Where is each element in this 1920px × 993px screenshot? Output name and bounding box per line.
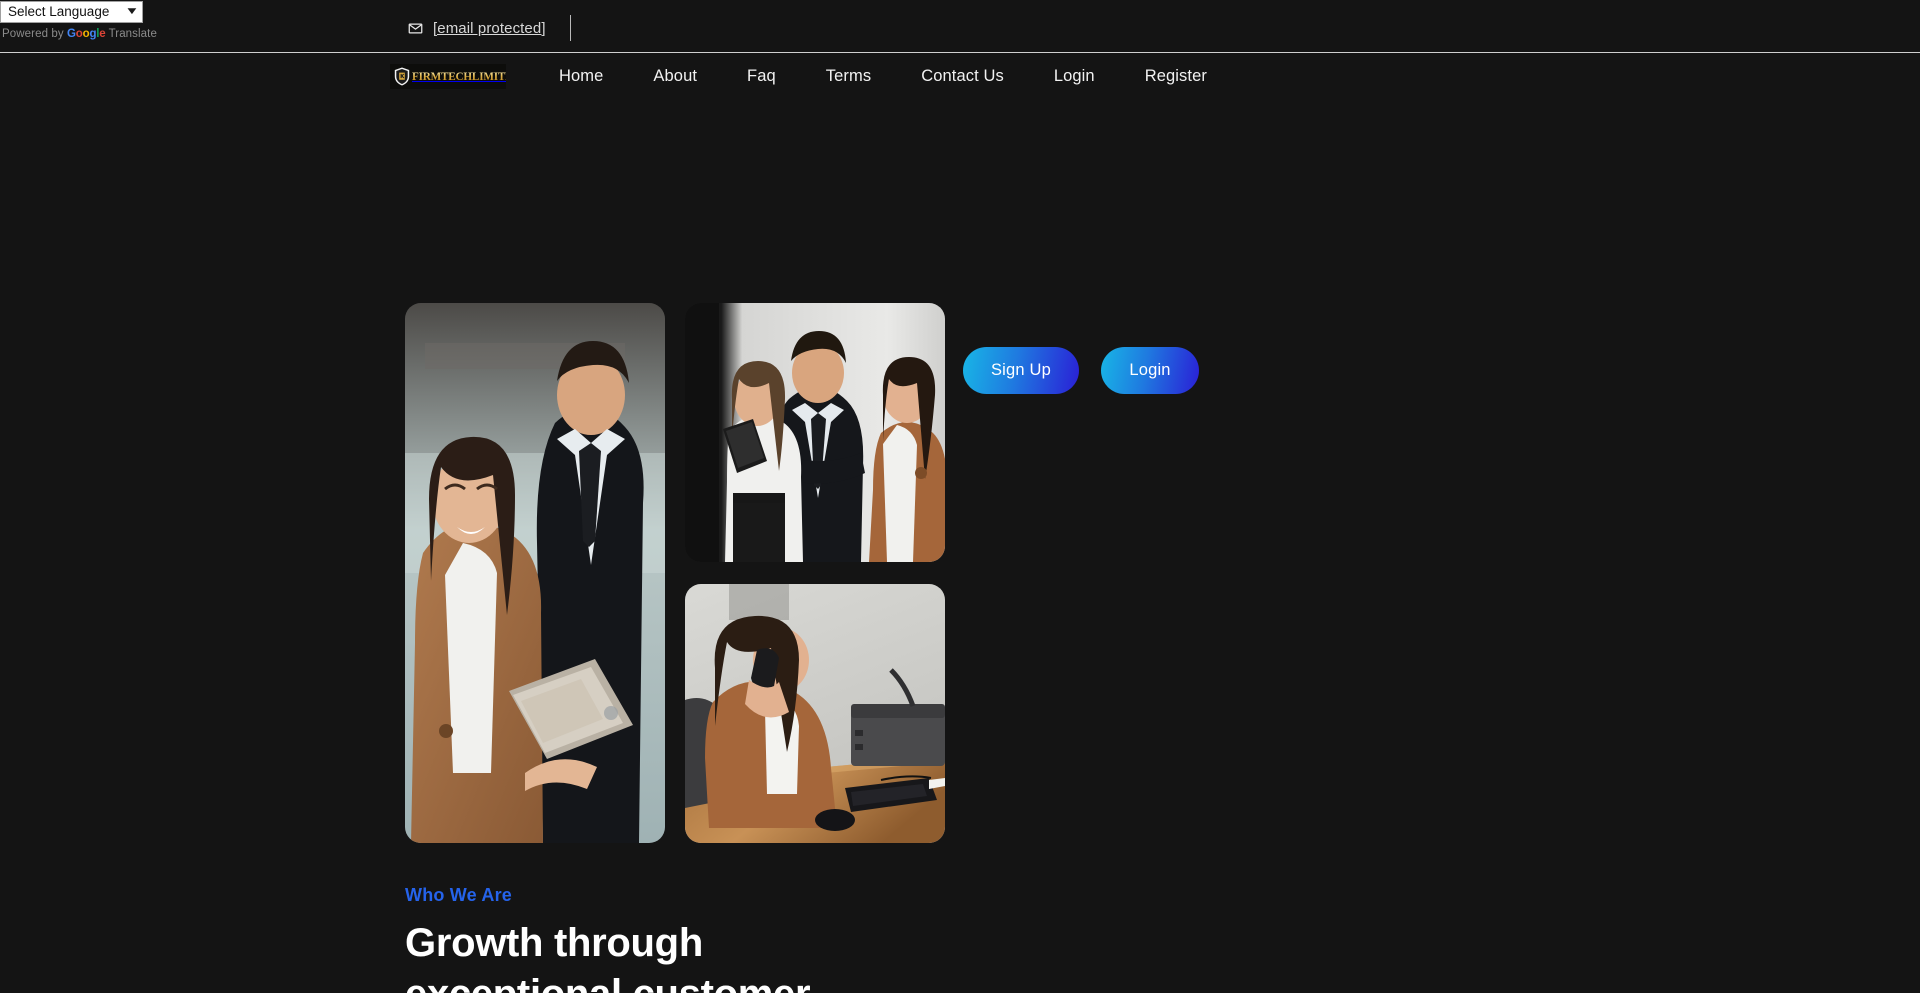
navbar-inner: FIRMTECHLIMITED Home About Faq Terms Con… [390,59,1232,94]
main-navbar: FIRMTECHLIMITED Home About Faq Terms Con… [0,53,1920,100]
google-translate-widget: Select Language ▼ Powered by Google Tran… [0,1,157,40]
nav-links: Home About Faq Terms Contact Us Login Re… [534,59,1232,94]
who-we-are-section: Sign Up Login Who We Are Growth through … [0,100,1920,993]
sign-up-button[interactable]: Sign Up [963,347,1079,394]
hero-photo-tertiary [685,584,945,843]
photo-illustration-team-meeting [685,303,945,562]
translate-text: Translate [108,28,157,40]
nav-link-about[interactable]: About [628,59,722,94]
contact-email-link[interactable]: [email protected] [433,20,546,37]
page-title: Growth through exceptional customer serv… [405,921,811,993]
nav-item-register: Register [1120,59,1232,94]
language-select[interactable]: Select Language ▼ [0,1,143,23]
brand-name: FIRMTECHLIMITED [412,71,506,83]
photo-illustration-phone-desk [685,584,945,843]
nav-link-login[interactable]: Login [1029,59,1120,94]
nav-item-faq: Faq [722,59,801,94]
nav-item-contact-us: Contact Us [896,59,1029,94]
hero-photo-grid [405,303,945,843]
shield-icon [394,67,410,86]
hero-photo-column [685,303,945,843]
login-button[interactable]: Login [1101,347,1199,394]
nav-link-terms[interactable]: Terms [801,59,896,94]
photo-illustration-pair-tablet [405,303,665,843]
topbar-contact: [email protected] [408,15,571,41]
nav-link-register[interactable]: Register [1120,59,1232,94]
nav-link-home[interactable]: Home [534,59,628,94]
nav-link-contact-us[interactable]: Contact Us [896,59,1029,94]
hero-copy: Who We Are Growth through exceptional cu… [405,885,1065,993]
brand-logo[interactable]: FIRMTECHLIMITED [390,64,506,89]
nav-item-terms: Terms [801,59,896,94]
chevron-down-icon: ▼ [124,6,140,17]
google-logo: Google [67,28,106,40]
nav-item-about: About [628,59,722,94]
nav-link-faq[interactable]: Faq [722,59,801,94]
powered-by-google-translate: Powered by Google Translate [0,28,157,40]
google-translate-bar: Select Language ▼ Powered by Google Tran… [0,0,1920,53]
powered-by-text: Powered by [2,28,64,40]
nav-item-home: Home [534,59,628,94]
language-select-label: Select Language [8,4,110,19]
hero-action-buttons: Sign Up Login [963,347,1199,394]
envelope-icon [408,21,423,36]
hero-photo-primary [405,303,665,843]
hero-photo-secondary [685,303,945,562]
nav-item-login: Login [1029,59,1120,94]
topbar-divider [569,15,571,41]
section-eyebrow: Who We Are [405,885,513,905]
